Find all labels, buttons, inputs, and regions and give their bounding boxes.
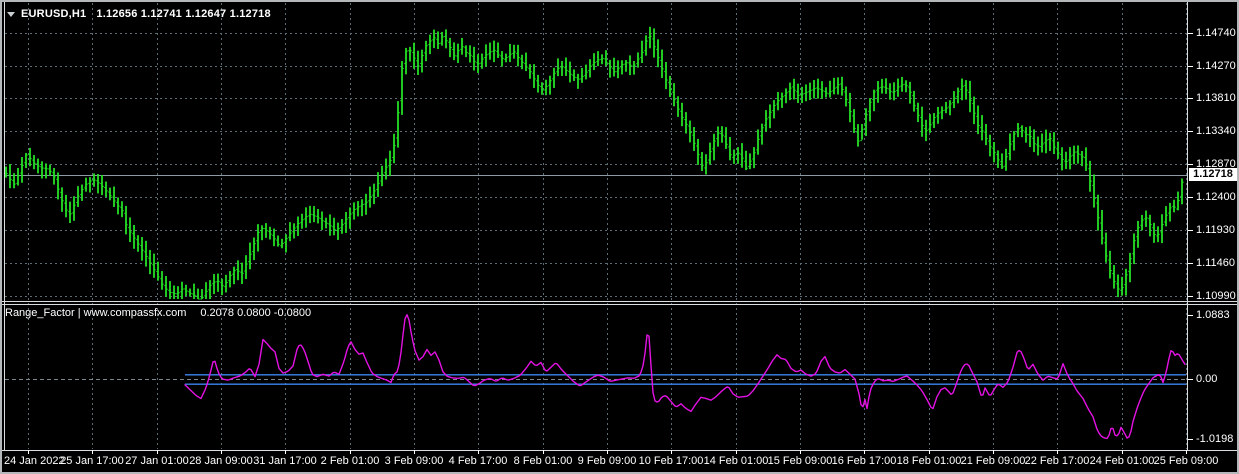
indicator-values: 0.2078 0.0800 -0.0800 xyxy=(200,307,312,319)
time-axis-label: 8 Feb 01:00 xyxy=(513,455,573,467)
indicator-axis-label: 1.0883 xyxy=(1196,308,1230,321)
price-axis-label: 1.11930 xyxy=(1196,224,1235,237)
symbol-dropdown-icon[interactable] xyxy=(7,12,15,17)
time-axis-label: 25 Jan 17:00 xyxy=(60,455,124,467)
time-axis-label: 24 Jan 2022 xyxy=(4,455,65,467)
indicator-axis-label: 0.00 xyxy=(1196,373,1218,385)
symbol-label: EURUSD,H1 xyxy=(21,8,87,20)
indicator-name: Range_Factor | www.compassfx.com xyxy=(5,307,187,319)
time-axis-label: 27 Jan 01:00 xyxy=(125,455,189,467)
indicator-axis-label: -1.0198 xyxy=(1196,433,1234,446)
indicator-line xyxy=(184,314,1186,440)
time-axis-label: 16 Feb 17:00 xyxy=(831,455,897,467)
time-axis-label: 15 Feb 09:00 xyxy=(767,455,833,467)
price-axis-label: 1.14270 xyxy=(1196,59,1236,72)
time-axis-label: 2 Feb 01:00 xyxy=(320,455,380,467)
price-axis-label: 1.11460 xyxy=(1196,257,1235,270)
price-axis[interactable]: 1.14740 1.14270 1.13810 1.13340 1.12870 1.124… xyxy=(1189,2,1237,448)
chart-window: EURUSD,H1 1.12656 1.12741 1.12647 1.12718… xyxy=(0,0,1239,474)
time-axis-label: 31 Jan 17:00 xyxy=(253,455,317,467)
current-price-tag: 1.12718 xyxy=(1189,168,1237,182)
time-axis-label: 28 Jan 09:00 xyxy=(189,455,253,467)
price-axis-label: 1.10990 xyxy=(1196,290,1236,303)
indicator-label: Range_Factor | www.compassfx.com 0.2078 0… xyxy=(5,307,311,319)
time-axis-label: 25 Feb 09:00 xyxy=(1153,455,1219,467)
time-axis-label: 9 Feb 09:00 xyxy=(577,455,637,467)
price-axis-label: 1.12400 xyxy=(1196,191,1236,204)
time-axis-label: 24 Feb 01:00 xyxy=(1089,455,1155,467)
time-axis-label: 18 Feb 01:00 xyxy=(896,455,962,467)
time-axis[interactable]: 24 Jan 2022 25 Jan 17:00 27 Jan 01:00 28 Ja… xyxy=(2,451,1237,470)
time-axis-label: 4 Feb 17:00 xyxy=(448,455,508,467)
time-axis-label: 14 Feb 01:00 xyxy=(703,455,769,467)
price-axis-label: 1.13340 xyxy=(1196,125,1236,138)
price-axis-label: 1.14740 xyxy=(1196,27,1236,39)
pane-splitter[interactable] xyxy=(2,300,1237,306)
chart-title: EURUSD,H1 1.12656 1.12741 1.12647 1.12718 xyxy=(21,8,271,20)
price-axis-label: 1.13810 xyxy=(1196,92,1236,105)
ohlc-values: 1.12656 1.12741 1.12647 1.12718 xyxy=(96,8,271,20)
chart-canvas[interactable] xyxy=(0,0,1239,474)
time-axis-label: 21 Feb 09:00 xyxy=(960,455,1026,467)
time-axis-label: 10 Feb 17:00 xyxy=(638,455,704,467)
time-axis-label: 22 Feb 17:00 xyxy=(1024,455,1090,467)
time-axis-label: 3 Feb 09:00 xyxy=(384,455,444,467)
